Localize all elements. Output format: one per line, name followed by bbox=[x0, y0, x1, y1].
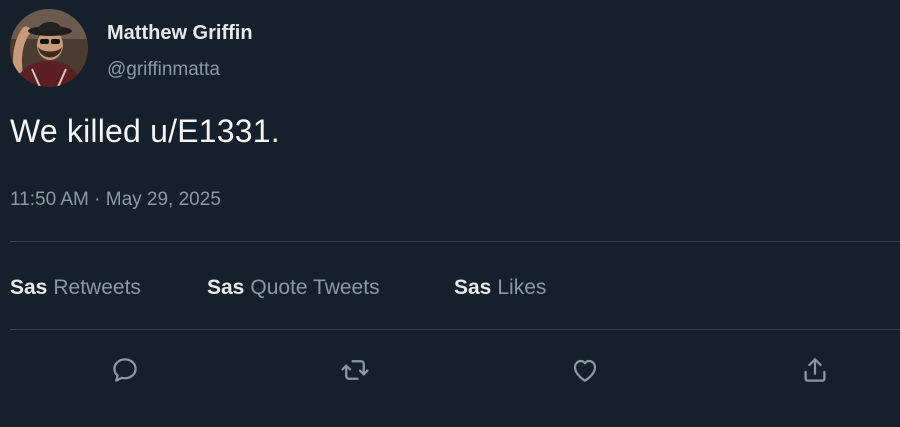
share-icon bbox=[804, 358, 826, 382]
author-handle[interactable]: @griffinmatta bbox=[107, 59, 220, 81]
retweet-icon bbox=[341, 360, 369, 380]
likes-label: Likes bbox=[497, 276, 547, 299]
divider bbox=[10, 329, 900, 330]
divider bbox=[10, 241, 900, 242]
reply-button[interactable] bbox=[107, 352, 143, 388]
reply-icon bbox=[113, 358, 137, 382]
quote-tweets-stat[interactable]: Sas Quote Tweets bbox=[207, 276, 380, 300]
retweets-stat[interactable]: Sas Retweets bbox=[10, 276, 141, 300]
like-icon bbox=[573, 359, 597, 382]
quote-tweets-label: Quote Tweets bbox=[250, 276, 380, 299]
avatar[interactable] bbox=[10, 9, 88, 87]
share-button[interactable] bbox=[797, 352, 833, 388]
retweet-button[interactable] bbox=[337, 352, 373, 388]
likes-count: Sas bbox=[454, 276, 492, 299]
retweets-label: Retweets bbox=[53, 276, 141, 299]
tweet-timestamp[interactable]: 11:50 AM · May 29, 2025 bbox=[10, 189, 221, 211]
tweet-card: Matthew Griffin @griffinmatta We killed … bbox=[0, 0, 900, 427]
like-button[interactable] bbox=[567, 352, 603, 388]
retweets-count: Sas bbox=[10, 276, 48, 299]
author-display-name[interactable]: Matthew Griffin bbox=[107, 22, 253, 45]
tweet-text: We killed u/E1331. bbox=[10, 113, 280, 149]
likes-stat[interactable]: Sas Likes bbox=[454, 276, 546, 300]
quote-tweets-count: Sas bbox=[207, 276, 245, 299]
avatar-image bbox=[10, 9, 88, 87]
